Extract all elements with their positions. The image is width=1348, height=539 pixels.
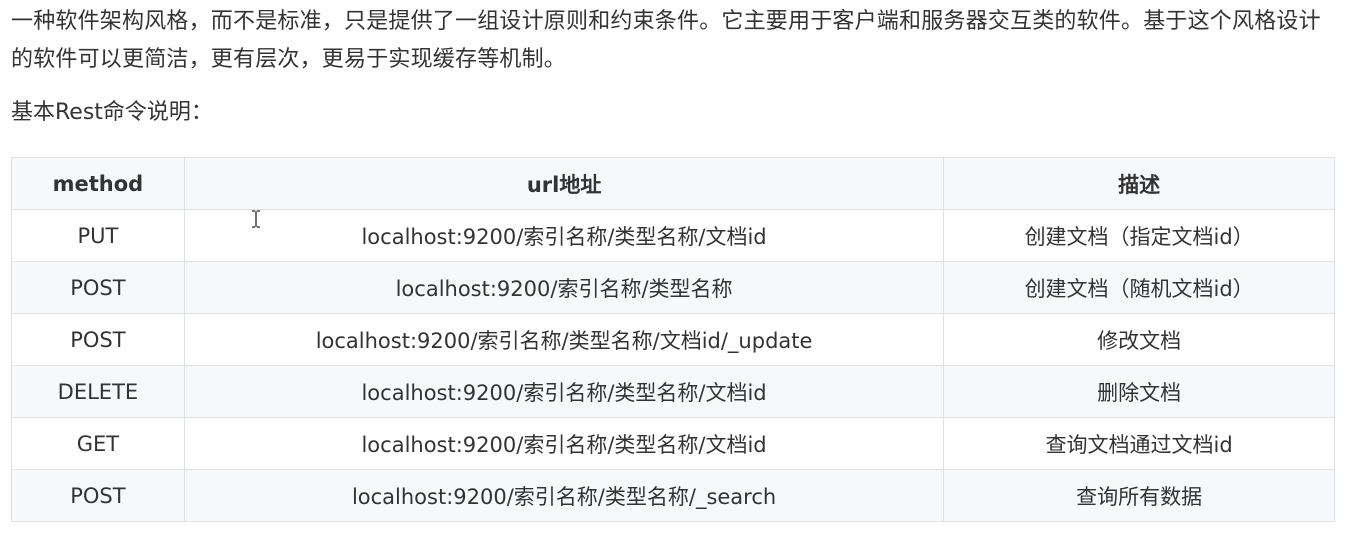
cell-description: 修改文档 bbox=[943, 313, 1335, 366]
cell-method: POST bbox=[11, 261, 185, 314]
cell-description: 删除文档 bbox=[943, 365, 1335, 418]
cell-description: 查询所有数据 bbox=[943, 469, 1335, 522]
table-row: DELETE localhost:9200/索引名称/类型名称/文档id 删除文… bbox=[11, 365, 1335, 418]
cell-url: localhost:9200/索引名称/类型名称/文档id bbox=[183, 417, 945, 470]
table-header-row: method url地址 描述 bbox=[11, 157, 1335, 210]
table-row: POST localhost:9200/索引名称/类型名称/_search 查询… bbox=[11, 469, 1335, 522]
intro-paragraph: 一种软件架构风格，而不是标准，只是提供了一组设计原则和约束条件。它主要用于客户端… bbox=[11, 9, 1321, 72]
cell-url: localhost:9200/索引名称/类型名称/文档id/_update bbox=[183, 313, 945, 366]
cell-method: POST bbox=[11, 313, 185, 366]
cell-url: localhost:9200/索引名称/类型名称/_search bbox=[183, 469, 945, 522]
table-row: POST localhost:9200/索引名称/类型名称 创建文档（随机文档i… bbox=[11, 261, 1335, 314]
cell-description: 查询文档通过文档id bbox=[943, 417, 1335, 470]
table-row: POST localhost:9200/索引名称/类型名称/文档id/_upda… bbox=[11, 313, 1335, 366]
table-row: PUT localhost:9200/索引名称/类型名称/文档id 创建文档（指… bbox=[11, 209, 1335, 262]
rest-commands-table: method url地址 描述 PUT localhost:9200/索引名称/… bbox=[11, 157, 1335, 522]
text-cursor-icon bbox=[252, 210, 260, 228]
cell-description: 创建文档（指定文档id） bbox=[943, 209, 1335, 262]
cell-description: 创建文档（随机文档id） bbox=[943, 261, 1335, 314]
cell-method: DELETE bbox=[11, 365, 185, 418]
cell-url: localhost:9200/索引名称/类型名称 bbox=[183, 261, 945, 314]
header-method: method bbox=[11, 157, 185, 210]
section-subtitle: 基本Rest命令说明： bbox=[11, 100, 213, 125]
cell-url: localhost:9200/索引名称/类型名称/文档id bbox=[183, 209, 945, 262]
header-url: url地址 bbox=[183, 157, 945, 210]
cell-url: localhost:9200/索引名称/类型名称/文档id bbox=[183, 365, 945, 418]
table-row: GET localhost:9200/索引名称/类型名称/文档id 查询文档通过… bbox=[11, 417, 1335, 470]
cell-method: POST bbox=[11, 469, 185, 522]
header-description: 描述 bbox=[943, 157, 1335, 210]
cell-method: GET bbox=[11, 417, 185, 470]
cell-method: PUT bbox=[11, 209, 185, 262]
